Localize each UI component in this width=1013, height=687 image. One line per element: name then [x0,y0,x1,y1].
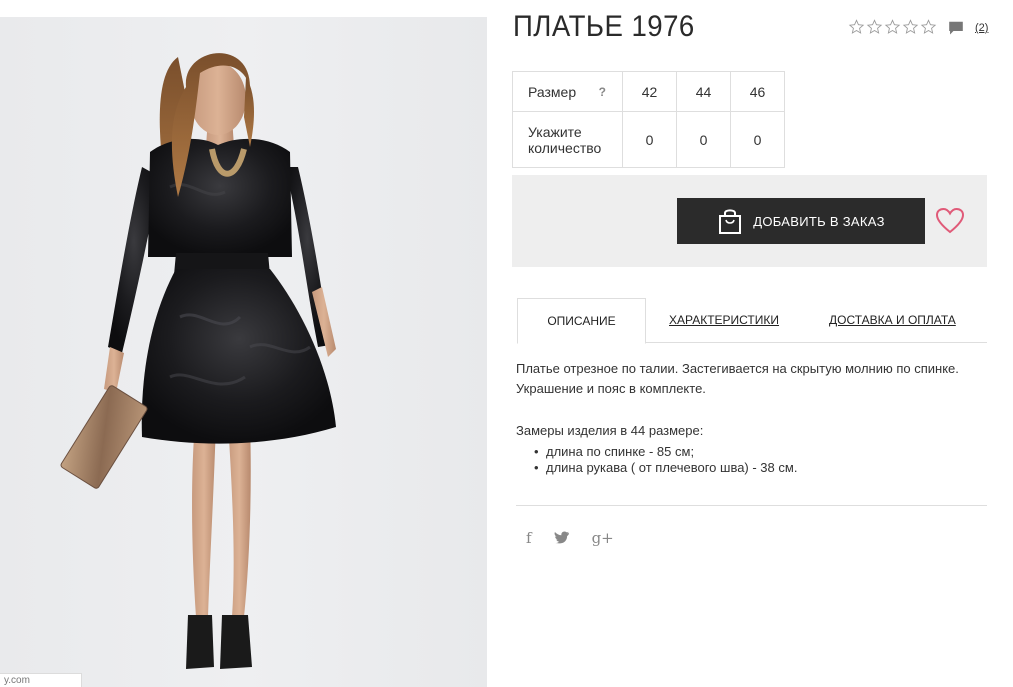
product-title: ПЛАТЬЕ 1976 [513,10,695,43]
star-empty-icon[interactable] [884,19,901,35]
add-to-order-label: ДОБАВИТЬ В ЗАКАЗ [753,213,885,229]
list-item: длина рукава ( от плечевого шва) - 38 см… [534,460,797,476]
size-option-46[interactable]: 46 [730,71,785,112]
facebook-icon[interactable]: f [526,529,532,547]
social-share: f g+ [526,529,614,547]
star-empty-icon[interactable] [920,19,937,35]
googleplus-icon[interactable]: g+ [592,529,614,547]
add-to-order-button[interactable]: ДОБАВИТЬ В ЗАКАЗ [677,198,925,244]
size-row: Размер ? 42 44 46 [512,71,785,112]
comment-icon[interactable] [947,20,965,37]
size-help-icon[interactable]: ? [599,85,606,99]
star-empty-icon[interactable] [902,19,919,35]
size-table: Размер ? 42 44 46 Укажите количество 0 0… [512,71,785,168]
size-label: Размер [528,83,577,100]
twitter-icon[interactable] [554,531,570,545]
image-watermark: y.com [0,673,82,687]
quantity-label-cell: Укажите количество [512,111,623,168]
tab-delivery-payment[interactable]: ДОСТАВКА И ОПЛАТА [829,298,956,343]
size-option-44[interactable]: 44 [676,71,731,112]
product-photo[interactable]: y.com [0,17,487,687]
quantity-field-42[interactable]: 0 [622,111,677,168]
comments-link[interactable]: (2) [947,20,988,37]
measures-list: длина по спинке - 85 см; длина рукава ( … [534,444,797,476]
star-empty-icon[interactable] [866,19,883,35]
product-tabs: ОПИСАНИЕ ХАРАКТЕРИСТИКИ ДОСТАВКА И ОПЛАТ… [517,298,987,344]
divider [516,505,987,506]
rating-stars[interactable] [848,19,937,35]
quantity-row: Укажите количество 0 0 0 [512,111,785,168]
comments-count[interactable]: (2) [975,20,988,36]
size-label-cell: Размер ? [512,71,623,112]
tab-description[interactable]: ОПИСАНИЕ [517,298,646,344]
shopping-bag-icon [719,209,742,234]
quantity-label: Укажите количество [528,123,602,156]
star-empty-icon[interactable] [848,19,865,35]
list-item: длина по спинке - 85 см; [534,444,797,460]
product-photo-illustration [60,53,336,669]
tab-characteristics[interactable]: ХАРАКТЕРИСТИКИ [669,298,779,343]
measures-title: Замеры изделия в 44 размере: [516,423,704,438]
quantity-field-44[interactable]: 0 [676,111,731,168]
order-panel: ДОБАВИТЬ В ЗАКАЗ [512,175,987,267]
size-option-42[interactable]: 42 [622,71,677,112]
product-description: Платье отрезное по талии. Застегивается … [516,361,959,396]
wishlist-heart-icon[interactable] [935,207,965,235]
quantity-field-46[interactable]: 0 [730,111,785,168]
